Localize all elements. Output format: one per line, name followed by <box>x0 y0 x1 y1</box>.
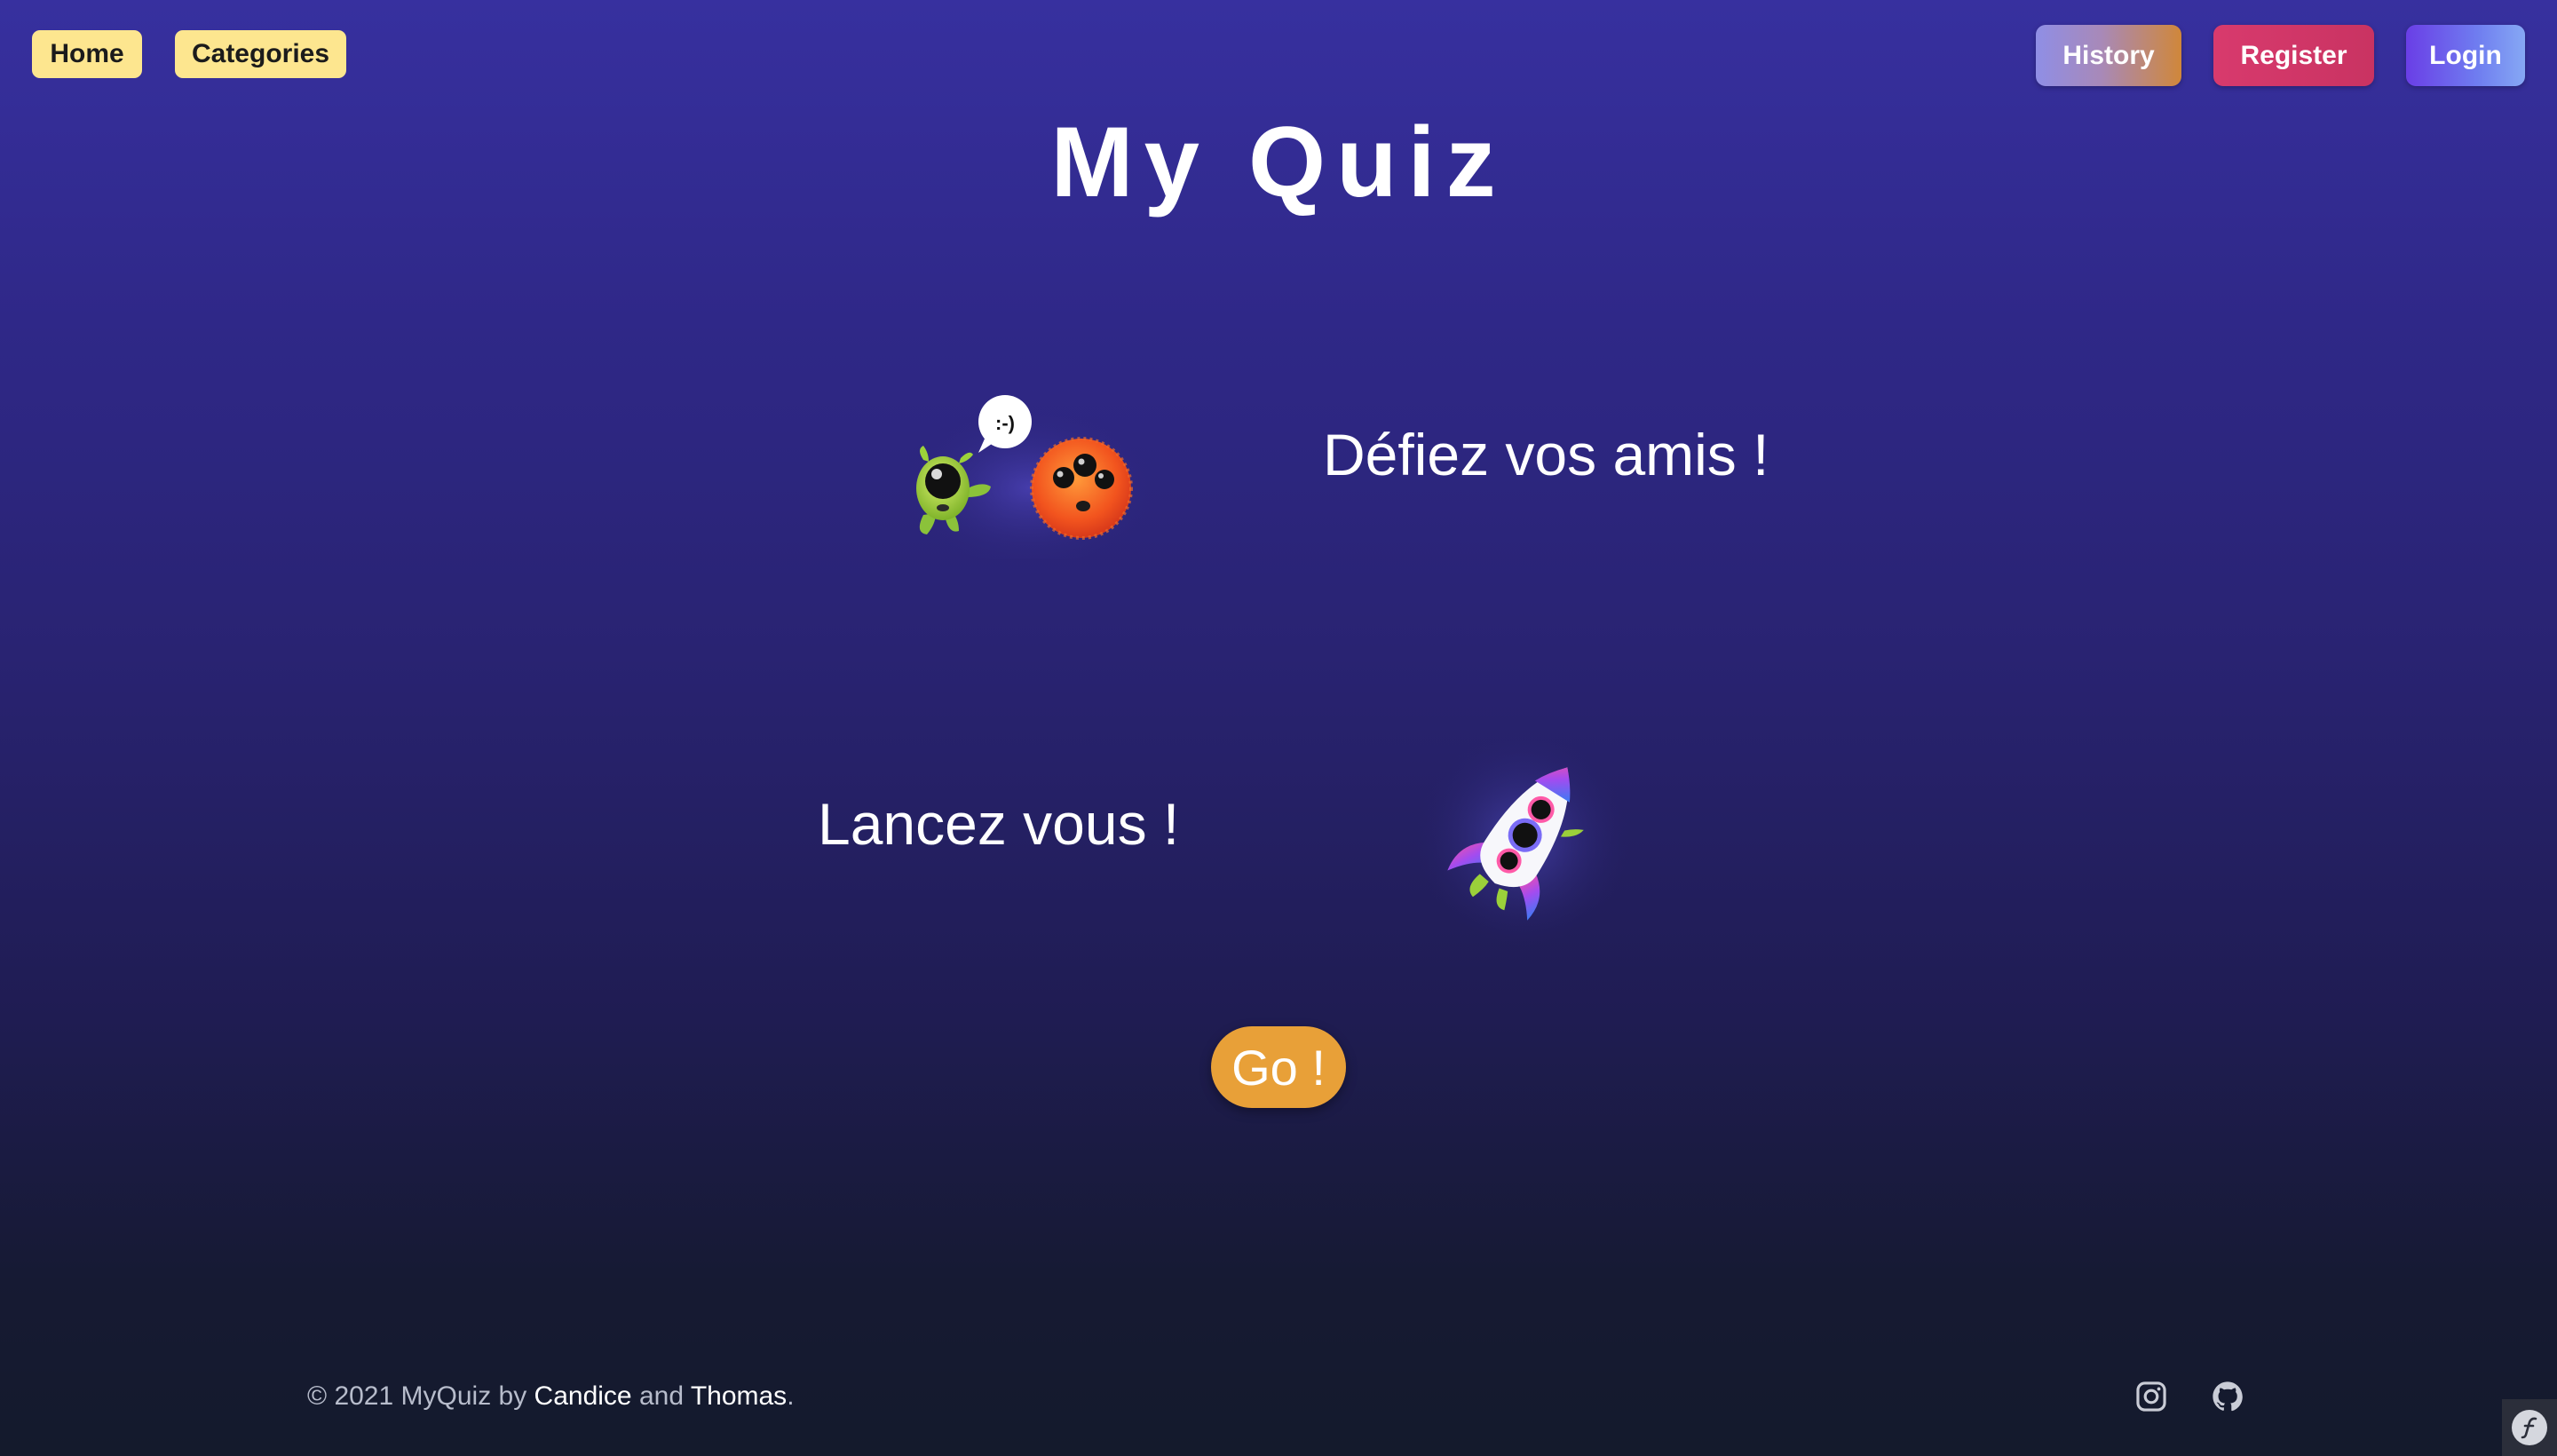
author-candice-link[interactable]: Candice <box>534 1381 632 1411</box>
rocket-illustration <box>1416 732 1629 946</box>
speech-bubble-text: :-) <box>995 412 1015 434</box>
symfony-logo-icon[interactable] <box>2502 1399 2557 1456</box>
instagram-icon[interactable] <box>2134 1380 2168 1413</box>
top-nav-right: History Register Login <box>2036 25 2525 86</box>
page-title: My Quiz <box>1050 107 1507 218</box>
author-thomas-link[interactable]: Thomas <box>691 1381 787 1411</box>
history-button[interactable]: History <box>2036 25 2181 86</box>
feature-lancez-text: Lancez vous ! <box>818 791 1180 857</box>
copyright-suffix: . <box>787 1381 795 1411</box>
login-button[interactable]: Login <box>2406 25 2525 86</box>
github-icon[interactable] <box>2211 1380 2244 1413</box>
copyright-prefix: © 2021 MyQuiz by <box>307 1381 534 1411</box>
top-nav-left: Home Categories <box>32 30 346 78</box>
feature-defiez-text: Défiez vos amis ! <box>1323 422 1769 487</box>
monsters-chatting-icon: :-) <box>897 382 1163 564</box>
footer-social-icons <box>2134 1380 2244 1413</box>
symfony-icon <box>2512 1410 2547 1445</box>
copyright-joiner: and <box>631 1381 691 1411</box>
monsters-illustration: :-) <box>897 395 1163 564</box>
categories-button[interactable]: Categories <box>175 30 346 78</box>
register-button[interactable]: Register <box>2213 25 2374 86</box>
home-button[interactable]: Home <box>32 30 142 78</box>
rocket-icon <box>1412 728 1634 950</box>
footer-copyright: © 2021 MyQuiz by Candice and Thomas. <box>307 1381 795 1412</box>
go-button[interactable]: Go ! <box>1211 1026 1346 1108</box>
